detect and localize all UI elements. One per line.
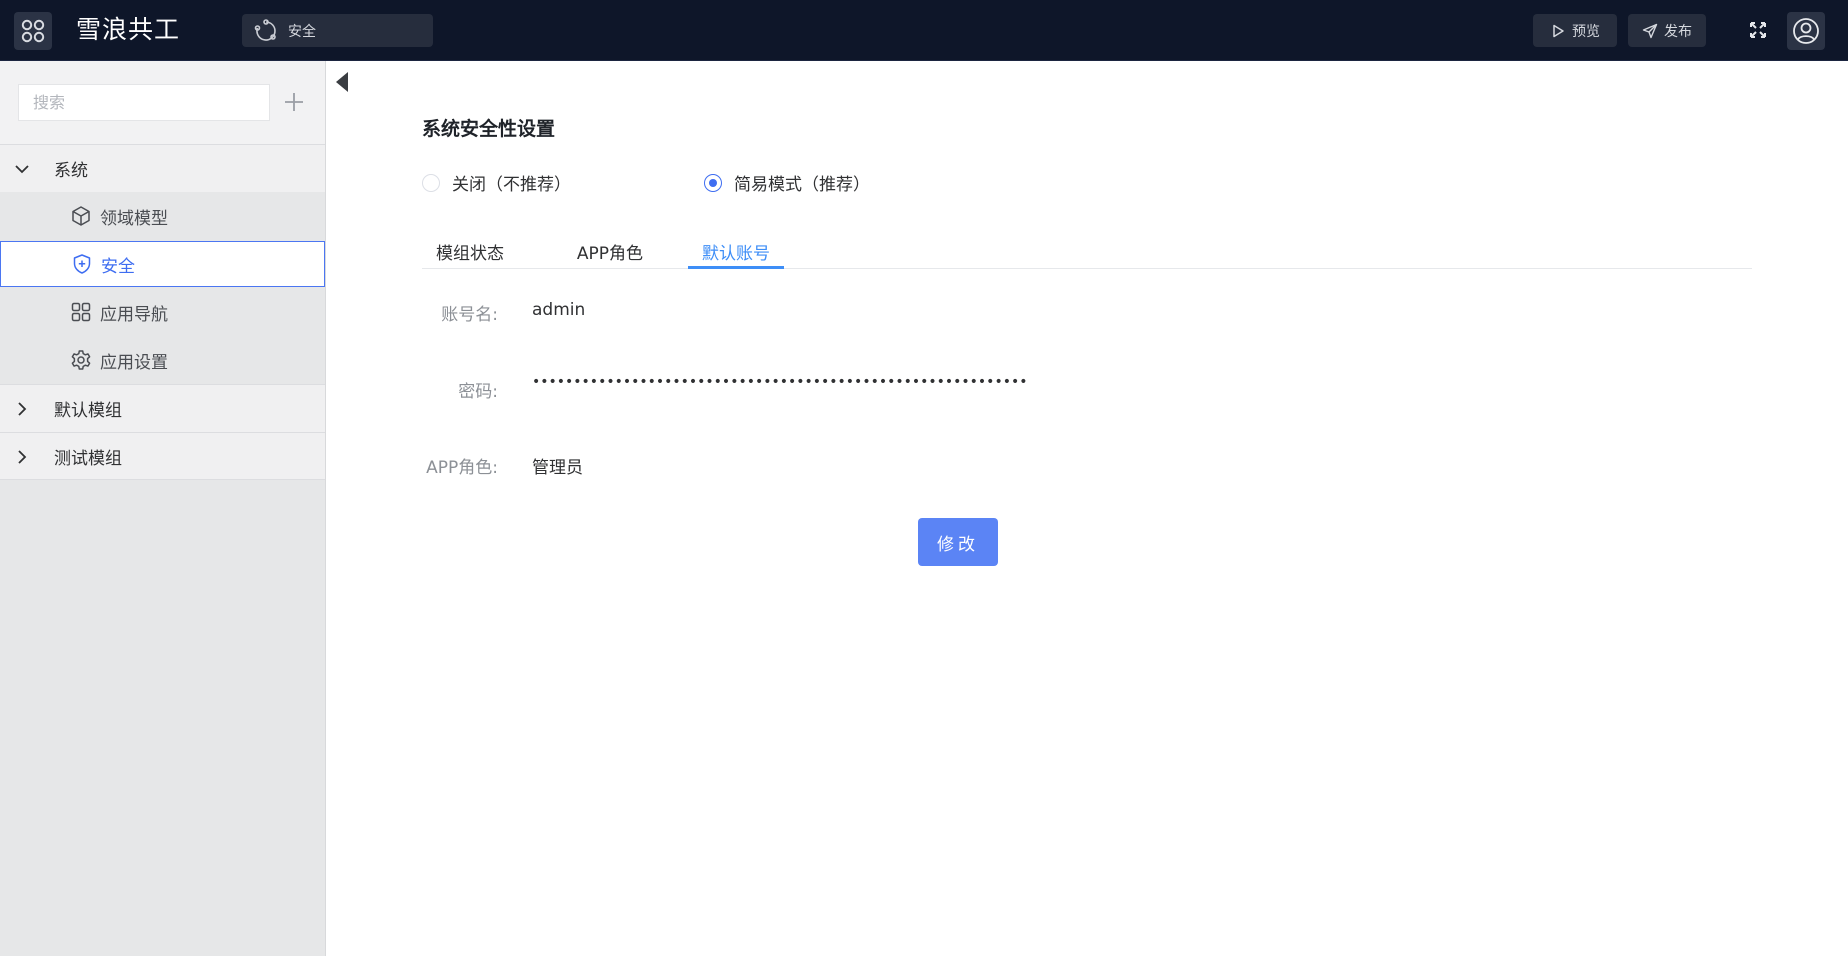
sidebar-item-label: 领域模型 [100,208,168,229]
publish-label: 发布 [1664,23,1692,40]
radio-simple-mode[interactable]: 简易模式（推荐） [704,170,870,195]
role-value: 管理员 [532,458,583,478]
tab-default-account[interactable]: 默认账号 [688,234,784,269]
breadcrumb-label: 安全 [288,23,316,40]
tab-app-roles[interactable]: APP角色 [550,234,670,269]
account-label: 账号名: [441,305,498,325]
avatar[interactable] [1787,12,1825,50]
role-label: APP角色: [426,458,498,478]
page-title: 系统安全性设置 [422,118,556,140]
radio-security-off[interactable]: 关闭（不推荐） [422,170,571,195]
tree-group-test-module[interactable]: 测试模组 [0,432,325,480]
fullscreen-icon[interactable] [1748,20,1768,40]
chevron-right-icon [14,401,30,417]
sidebar-item-domain-model[interactable]: 领域模型 [0,192,325,240]
top-header: 雪浪共工 安全 预览 发布 [0,0,1848,61]
grid-icon [70,301,92,323]
sidebar-item-app-navigation[interactable]: 应用导航 [0,288,325,336]
modify-button[interactable]: 修改 [918,518,998,566]
account-value: admin [532,300,586,320]
tree-group-default-module[interactable]: 默认模组 [0,384,325,432]
app-logo[interactable] [14,12,52,50]
sidebar-item-app-settings[interactable]: 应用设置 [0,336,325,384]
sidebar-item-label: 安全 [101,256,135,277]
tab-bar: 模组状态 APP角色 默认账号 [422,234,1752,269]
sidebar: 系统 领域模型 安全 应用导航 [0,61,326,956]
tree-group-label: 系统 [54,161,88,181]
tree-group-label: 默认模组 [54,401,122,421]
app-title: 雪浪共工 [76,15,181,44]
radio-label: 简易模式（推荐） [734,175,870,195]
play-icon [1553,24,1564,37]
tree-group-system[interactable]: 系统 [0,144,325,192]
tree-group-label: 测试模组 [54,448,122,469]
tab-module-status[interactable]: 模组状态 [422,234,518,269]
password-value: ••••••••••••••••••••••••••••••••••••••••… [532,374,1028,390]
radio-circle[interactable] [422,173,440,192]
cube-icon [70,205,92,227]
grid-logo-icon [21,19,45,43]
send-icon [1642,23,1658,38]
shield-plus-icon [71,253,93,275]
add-icon[interactable] [283,91,305,113]
collapse-sidebar-icon[interactable] [334,71,350,93]
publish-button[interactable]: 发布 [1628,14,1706,47]
preview-label: 预览 [1572,23,1600,40]
user-avatar-icon [1793,18,1819,44]
node-graph-icon [254,18,278,43]
radio-circle[interactable] [704,173,722,192]
radio-label: 关闭（不推荐） [452,175,571,195]
search-input[interactable] [18,84,270,121]
sidebar-search-area [0,61,325,144]
preview-button[interactable]: 预览 [1533,14,1617,47]
password-label: 密码: [458,382,498,402]
sidebar-item-label: 应用导航 [100,304,168,325]
sidebar-item-security[interactable]: 安全 [0,241,325,287]
chevron-right-icon [14,449,30,465]
chevron-down-icon [14,161,30,177]
gear-icon [70,349,92,371]
sidebar-item-label: 应用设置 [100,352,168,373]
breadcrumb[interactable]: 安全 [242,14,433,47]
